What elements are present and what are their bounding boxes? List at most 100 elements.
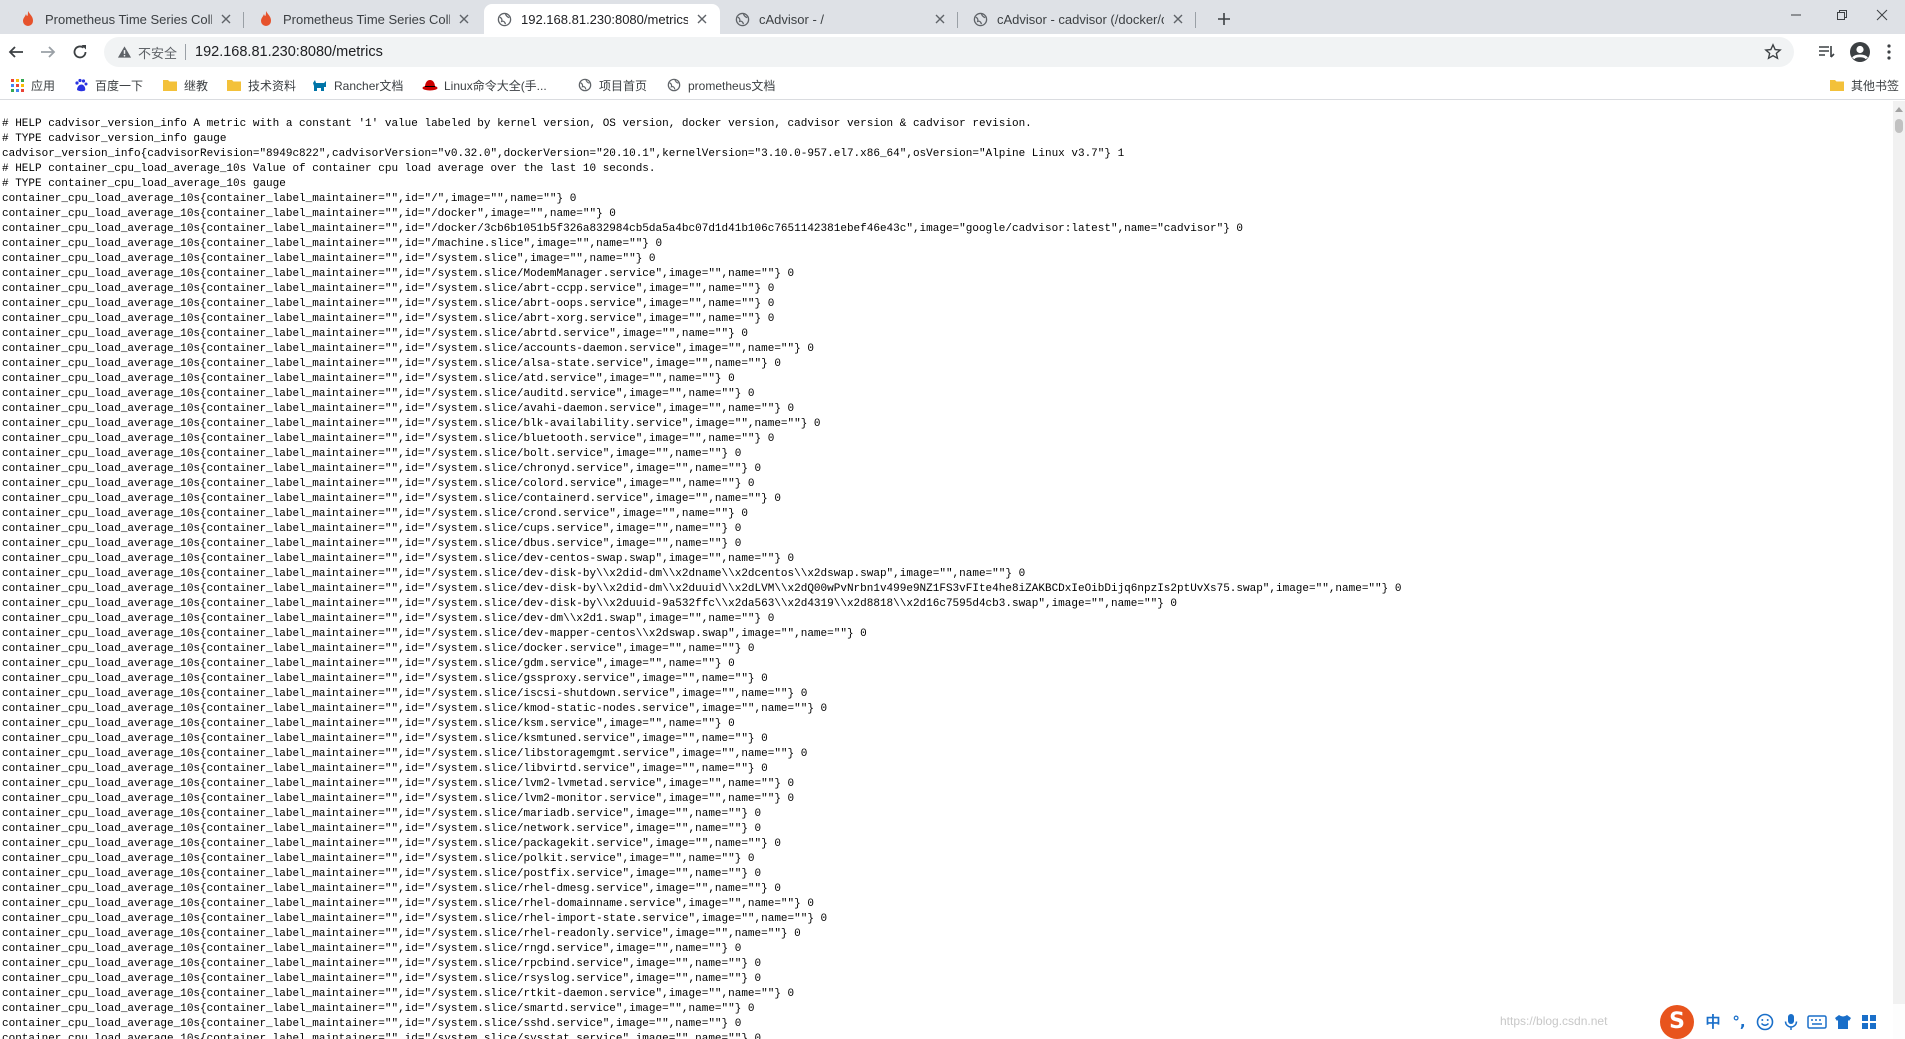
bookmark-rancher[interactable]: Rancher文档 (312, 76, 403, 94)
toolbox-icon[interactable] (1858, 1011, 1880, 1033)
metric-line: container_cpu_load_average_10s{container… (2, 703, 828, 715)
security-status-label[interactable]: 不安全 (138, 43, 177, 62)
close-icon[interactable] (218, 11, 234, 27)
metric-line: container_cpu_load_average_10s{container… (2, 538, 742, 550)
metric-line: container_cpu_load_average_10s{container… (2, 388, 755, 400)
metric-line: container_cpu_load_average_10s{container… (2, 1033, 762, 1039)
new-tab-button[interactable] (1210, 5, 1238, 33)
microphone-icon[interactable] (1780, 1011, 1802, 1033)
metric-line: container_cpu_load_average_10s{container… (2, 343, 814, 355)
metric-line: container_cpu_load_average_10s{container… (2, 628, 867, 640)
bookmark-label: Rancher文档 (334, 78, 404, 93)
globe-icon (734, 11, 750, 27)
minimize-button[interactable] (1773, 0, 1819, 30)
emoji-icon[interactable] (1754, 1011, 1776, 1033)
close-icon[interactable] (1170, 11, 1186, 27)
close-icon[interactable] (456, 11, 472, 27)
bookmark-label: 继教 (184, 78, 209, 93)
close-icon[interactable] (932, 11, 948, 27)
profile-button[interactable] (1846, 38, 1874, 66)
bookmark-apps[interactable]: 应用 (9, 76, 55, 94)
minimize-icon (1791, 14, 1801, 16)
metric-line: container_cpu_load_average_10s{container… (2, 748, 808, 760)
metric-line: container_cpu_load_average_10s{container… (2, 253, 656, 265)
metric-line: container_cpu_load_average_10s{container… (2, 823, 762, 835)
forward-button[interactable] (34, 38, 62, 66)
tab-title: Prometheus Time Series Collection (283, 11, 450, 27)
tab-cadvisor-root[interactable]: cAdvisor - / (722, 4, 958, 34)
metric-line: container_cpu_load_average_10s{container… (2, 328, 748, 340)
folder-icon (1829, 77, 1845, 93)
menu-button[interactable] (1875, 38, 1903, 66)
metric-line: container_cpu_load_average_10s{container… (2, 898, 814, 910)
bookmark-other[interactable]: 其他书签 (1829, 76, 1899, 94)
metric-line: container_cpu_load_average_10s{container… (2, 268, 795, 280)
metric-line: container_cpu_load_average_10s{container… (2, 793, 795, 805)
tab-divider (1195, 12, 1196, 28)
bookmark-label: 技术资料 (248, 78, 297, 93)
metric-line: container_cpu_load_average_10s{container… (2, 778, 795, 790)
restore-icon (1837, 10, 1847, 20)
address-bar[interactable]: 不安全 192.168.81.230:8080/metrics (104, 37, 1794, 67)
metric-line: container_cpu_load_average_10s{container… (2, 913, 828, 925)
tab-title: 192.168.81.230:8080/metrics (521, 11, 688, 27)
tab-divider (243, 12, 244, 28)
url-text[interactable]: 192.168.81.230:8080/metrics (195, 44, 383, 60)
close-icon[interactable] (694, 11, 710, 27)
tab-cadvisor-docker[interactable]: cAdvisor - cadvisor (/docker/cadvisor) (960, 4, 1196, 34)
metric-line: container_cpu_load_average_10s{container… (2, 313, 775, 325)
bookmark-project-home[interactable]: 项目首页 (577, 76, 647, 94)
metric-line: container_cpu_load_average_10s{container… (2, 673, 768, 685)
metric-line: container_cpu_load_average_10s{container… (2, 643, 755, 655)
browser-toolbar: 不安全 192.168.81.230:8080/metrics (0, 34, 1905, 70)
bookmark-label: 应用 (31, 78, 56, 93)
reload-icon (73, 45, 87, 59)
metric-line: container_cpu_load_average_10s{container… (2, 838, 781, 850)
metric-line: container_cpu_load_average_10s{container… (2, 763, 768, 775)
bookmark-label: 项目首页 (599, 78, 648, 93)
bookmark-prometheus-docs[interactable]: prometheus文档 (666, 76, 775, 94)
bookmark-baidu[interactable]: 百度一下 (73, 76, 143, 94)
metric-line: container_cpu_load_average_10s{container… (2, 433, 775, 445)
avatar-icon (1850, 42, 1870, 62)
metric-line: container_cpu_load_average_10s{container… (2, 988, 795, 1000)
window-close-button[interactable] (1859, 0, 1905, 30)
metric-line: container_cpu_load_average_10s{container… (2, 208, 616, 220)
bookmark-linux-commands[interactable]: Linux命令大全(手... (422, 76, 547, 94)
tab-metrics-active[interactable]: 192.168.81.230:8080/metrics (484, 4, 720, 34)
metric-line: container_cpu_load_average_10s{container… (2, 448, 742, 460)
bookmark-star-icon[interactable] (1764, 43, 1782, 61)
metric-line: container_cpu_load_average_10s{container… (2, 958, 762, 970)
metric-comment-line: # HELP cadvisor_version_info A metric wi… (2, 118, 1032, 130)
prometheus-icon (20, 11, 36, 27)
tab-title: cAdvisor - / (759, 11, 825, 27)
metric-line: container_cpu_load_average_10s{container… (2, 688, 808, 700)
metric-line: container_cpu_load_average_10s{container… (2, 583, 1402, 595)
scrollbar-thumb[interactable] (1895, 119, 1903, 133)
skin-icon[interactable] (1832, 1011, 1854, 1033)
more-vert-icon (1887, 44, 1891, 60)
tab-prometheus-2[interactable]: Prometheus Time Series Collection (246, 4, 482, 34)
vertical-scrollbar[interactable] (1893, 101, 1905, 1039)
bookmark-jijiao[interactable]: 继教 (162, 76, 208, 94)
scroll-up-arrow-icon[interactable] (1895, 107, 1903, 112)
back-button[interactable] (2, 38, 30, 66)
metric-comment-line: # TYPE container_cpu_load_average_10s ga… (2, 178, 286, 190)
omnibox-divider (185, 44, 187, 60)
reading-list-button[interactable] (1813, 38, 1841, 66)
ime-mode-toggle[interactable]: 中 (1702, 1011, 1724, 1033)
metric-comment-line: # TYPE cadvisor_version_info gauge (2, 133, 227, 145)
plus-icon (1218, 13, 1230, 25)
warning-icon[interactable] (116, 44, 132, 60)
metric-line: container_cpu_load_average_10s{container… (2, 358, 781, 370)
metric-line: container_cpu_load_average_10s{container… (2, 193, 577, 205)
punctuation-icon[interactable]: °, (1728, 1011, 1750, 1033)
keyboard-icon[interactable] (1806, 1011, 1828, 1033)
tab-strip: Prometheus Time Series Collection Promet… (0, 0, 1905, 34)
bookmark-tech-docs[interactable]: 技术资料 (226, 76, 296, 94)
reload-button[interactable] (66, 38, 94, 66)
tab-title: Prometheus Time Series Collection (45, 11, 212, 27)
tab-prometheus-1[interactable]: Prometheus Time Series Collection (8, 4, 244, 34)
sogou-logo-icon[interactable]: S (1660, 1004, 1694, 1039)
metric-line: container_cpu_load_average_10s{container… (2, 418, 821, 430)
